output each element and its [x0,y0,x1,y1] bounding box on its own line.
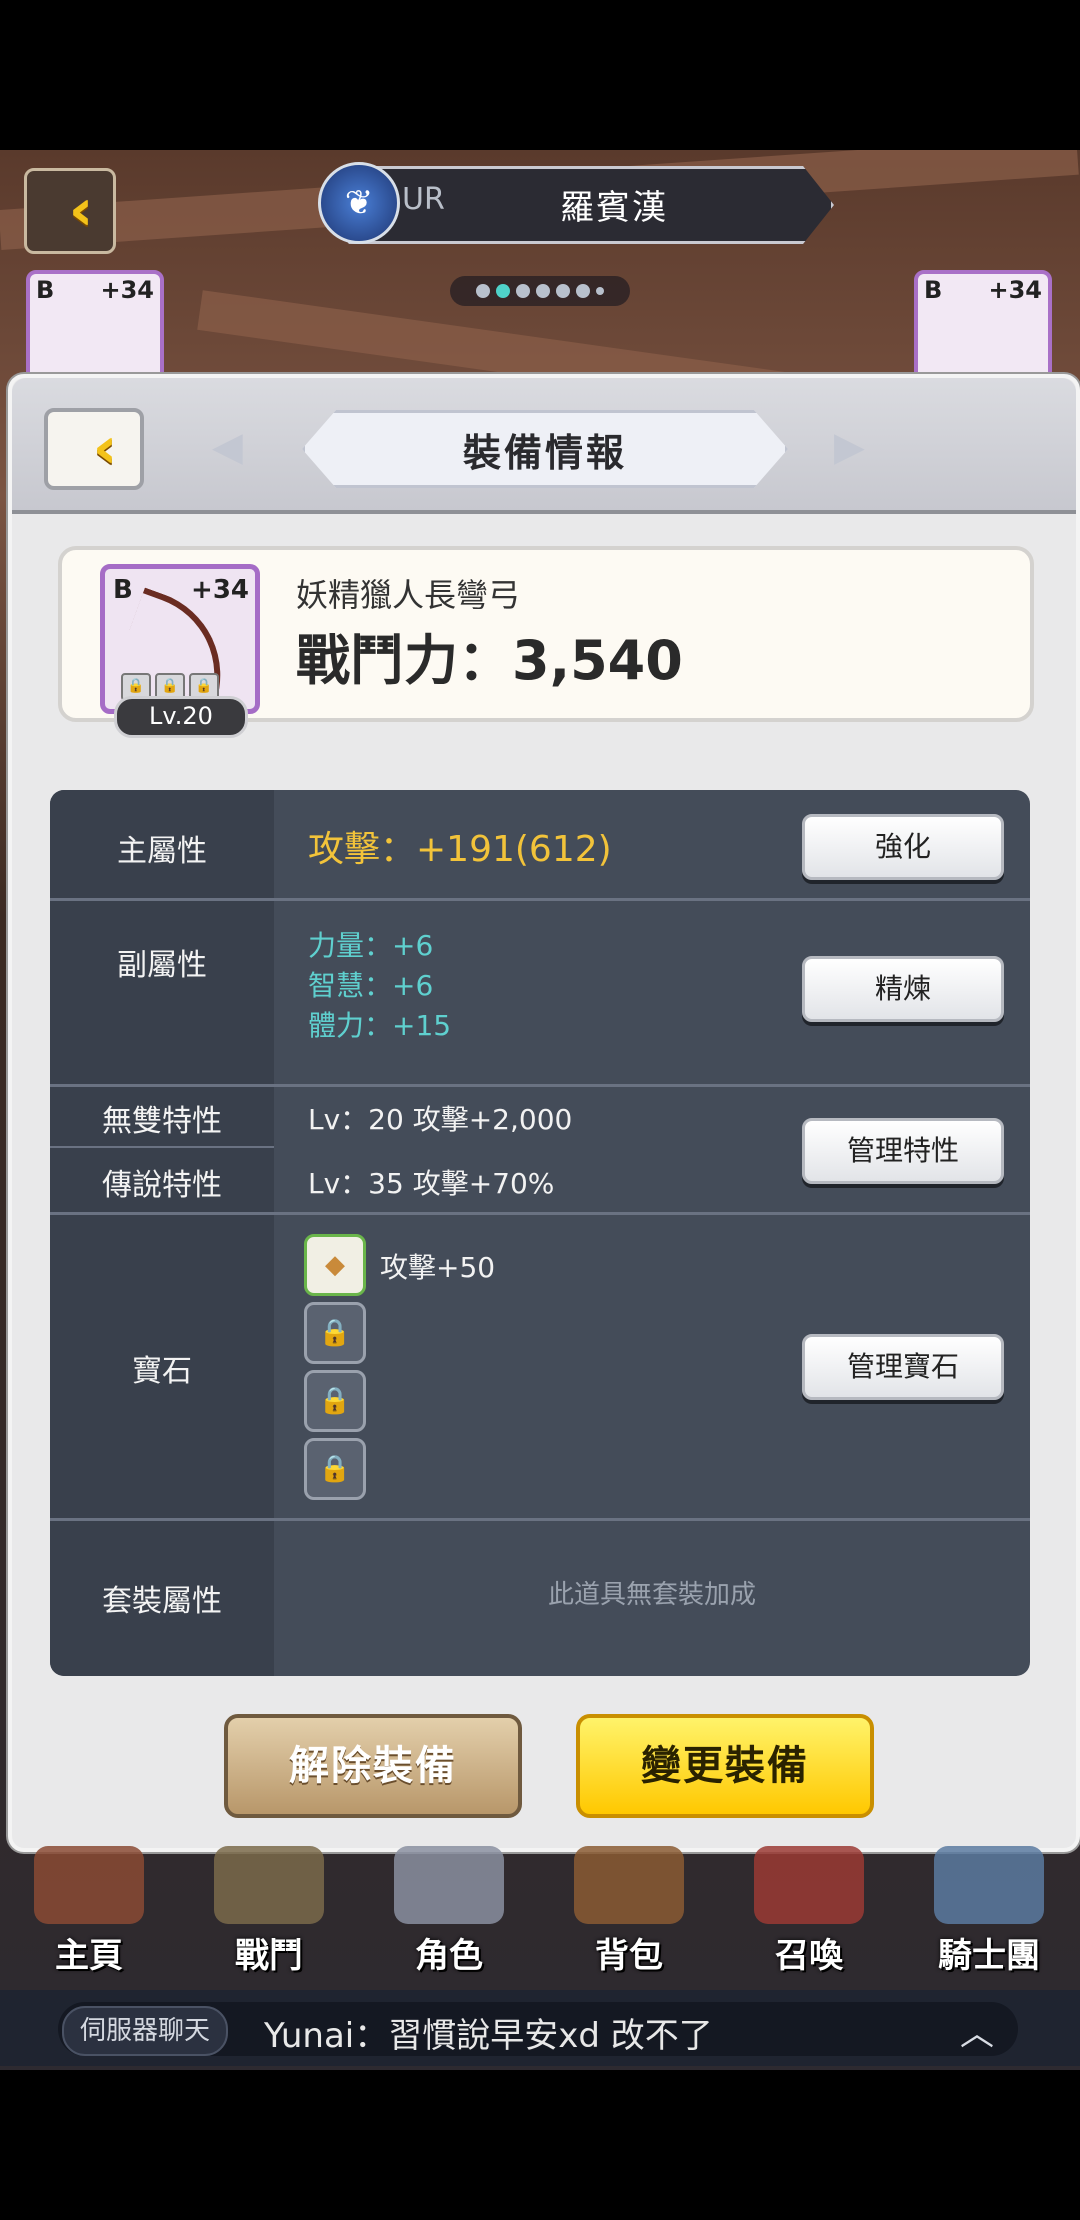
title-ornament-left-icon: ◀ [212,424,243,470]
page-dot [596,287,604,295]
double-chevron-left-icon: ‹‹ [68,178,95,243]
unequip-button[interactable]: 解除裝備 [224,1714,522,1818]
change-equipment-button[interactable]: 變更裝備 [576,1714,874,1818]
sub-attribute-label: 副屬性 [117,948,207,983]
page-dot [536,284,550,298]
sub-stat-wisdom: 智慧：+6 [308,969,434,1002]
page-dot [576,284,590,298]
chevron-up-icon[interactable]: ︿ [960,2006,994,2055]
nav-guild-label: 騎士團 [938,1936,1040,1976]
nav-character-label: 角色 [415,1936,483,1976]
lock-icon: 🔒 [318,1386,352,1416]
gem-slot-locked[interactable]: 🔒 [304,1370,366,1432]
gems-row: 寶石 ◆ 攻擊+50 🔒 🔒 🔒 管理寶石 [50,1212,1030,1521]
rank-wing-icon: ❦ [318,162,400,244]
page-dot [476,284,490,298]
hero-name: 羅賓漢 [560,188,668,228]
page-dot [516,284,530,298]
nav-summon[interactable]: 召喚 [734,1846,884,1976]
panel-header: ‹‹ ◀ 裝備情報 ▶ [12,378,1076,514]
nav-battle-label: 戰鬥 [235,1936,303,1976]
house-icon [34,1846,144,1924]
stats-table: 主屬性 攻擊：+191(612) 強化 副屬性 力量：+6 智慧：+6 體力：+… [50,790,1030,1676]
item-summary-card: B +34 🔒 🔒 🔒 Lv.20 妖精獵人長彎弓 戰鬥力：3,540 [58,546,1034,738]
plus-label: +34 [988,276,1042,304]
page-indicator [450,276,630,306]
battle-icon [214,1846,324,1924]
legend-trait-label: 傳說特性 [102,1168,222,1203]
item-name: 妖精獵人長彎弓 [296,576,521,614]
gem-slot-1-value: 攻擊+50 [380,1251,496,1284]
item-icon[interactable]: B +34 🔒 🔒 🔒 [100,564,260,714]
set-attribute-label: 套裝屬性 [102,1584,222,1619]
castle-icon [934,1846,1044,1924]
double-chevron-left-icon: ‹‹ [92,416,119,481]
refine-button[interactable]: 精煉 [802,956,1004,1022]
sub-stat-stamina: 體力：+15 [308,1009,452,1042]
combat-power: 戰鬥力：3,540 [296,629,683,692]
grade-label: B [113,575,133,605]
legend-trait-value: Lv：35 攻擊+70% [308,1167,555,1200]
trait-divider [50,1146,274,1148]
manage-gems-button[interactable]: 管理寶石 [802,1334,1004,1400]
gem-icon: ◆ [325,1250,345,1280]
chat-bar: 伺服器聊天 Yunai：習慣說早安xd 改不了 ︿ [0,1990,1080,2066]
plus-label: +34 [100,276,154,304]
rank-label: UR [402,182,445,217]
nav-home-label: 主頁 [55,1936,123,1976]
manage-traits-button[interactable]: 管理特性 [802,1118,1004,1184]
main-attribute-label: 主屬性 [117,834,207,869]
unique-trait-label: 無雙特性 [102,1104,222,1139]
chat-message: Yunai：習慣說早安xd 改不了 [264,2016,713,2056]
lock-icon: 🔒 [318,1318,352,1348]
nav-guild[interactable]: 騎士團 [914,1846,1064,1976]
chat-channel[interactable]: 伺服器聊天 [62,2006,229,2056]
grade-label: B [924,276,943,304]
nav-summon-label: 召喚 [775,1936,843,1976]
nav-bag[interactable]: 背包 [554,1846,704,1976]
gem-label: 寶石 [132,1354,192,1389]
panel-back-button[interactable]: ‹‹ [44,408,144,490]
summon-icon [754,1846,864,1924]
character-icon [394,1846,504,1924]
title-ornament-right-icon: ▶ [834,424,865,470]
main-attribute-row: 主屬性 攻擊：+191(612) 強化 [50,790,1030,901]
traits-row: 無雙特性 傳說特性 Lv：20 攻擊+2,000 Lv：35 攻擊+70% 管理… [50,1084,1030,1215]
set-attribute-value: 此道具無套裝加成 [547,1580,756,1610]
set-attribute-row: 套裝屬性 此道具無套裝加成 [50,1518,1030,1676]
lock-icon: 🔒 [318,1454,352,1484]
plus-label: +34 [191,575,249,605]
chat-box[interactable]: 伺服器聊天 Yunai：習慣說早安xd 改不了 ︿ [58,2002,1018,2056]
sub-stat-strength: 力量：+6 [308,929,434,962]
sub-attribute-row: 副屬性 力量：+6 智慧：+6 體力：+15 精煉 [50,898,1030,1087]
nav-battle[interactable]: 戰鬥 [194,1846,344,1976]
gem-slot-filled[interactable]: ◆ [304,1234,366,1296]
bottom-nav: 主頁 戰鬥 角色 背包 召喚 騎士團 [0,1846,1080,1976]
top-back-button[interactable]: ‹‹ [24,168,116,254]
main-attribute-value: 攻擊：+191(612) [308,829,612,870]
nav-home[interactable]: 主頁 [14,1846,164,1976]
item-level-badge: Lv.20 [114,696,248,738]
enhance-button[interactable]: 強化 [802,814,1004,880]
equipment-info-panel: ‹‹ ◀ 裝備情報 ▶ B +34 🔒 🔒 🔒 Lv.20 妖精獵人長彎弓 戰鬥… [8,374,1080,1852]
gem-slot-locked[interactable]: 🔒 [304,1302,366,1364]
backpack-icon [574,1846,684,1924]
nav-bag-label: 背包 [595,1936,663,1976]
grade-label: B [36,276,55,304]
unique-trait-value: Lv：20 攻擊+2,000 [308,1103,573,1136]
panel-title: 裝備情報 [302,410,788,488]
nav-character[interactable]: 角色 [374,1846,524,1976]
page-dot [556,284,570,298]
page-dot-active [496,284,510,298]
gem-slot-locked[interactable]: 🔒 [304,1438,366,1500]
